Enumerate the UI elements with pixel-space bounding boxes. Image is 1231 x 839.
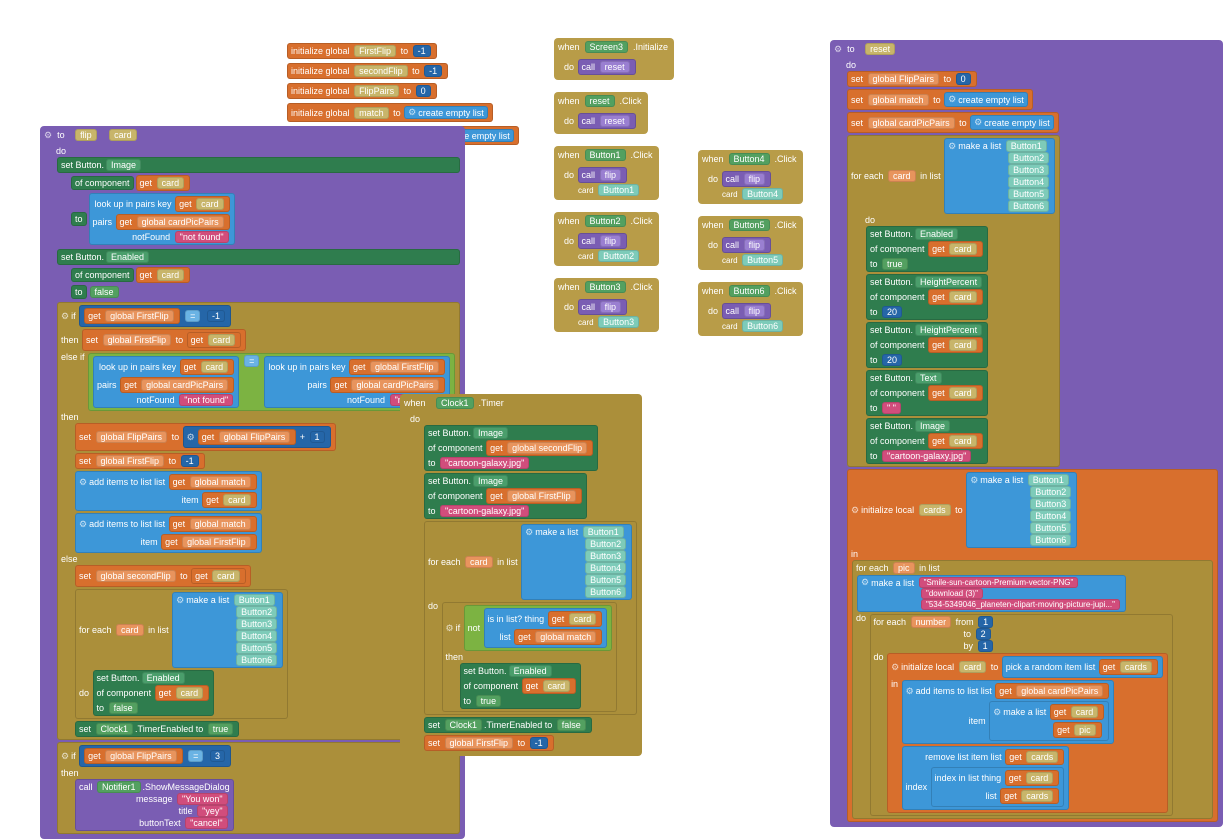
- val-neg1: -1: [413, 45, 431, 57]
- init-global-flippairs[interactable]: initialize global FlipPairs to 0: [287, 83, 437, 99]
- call-reset[interactable]: call reset: [578, 59, 636, 75]
- when-button4-click[interactable]: whenButton4.Click do call flip card Butt…: [698, 150, 803, 204]
- when-reset-click[interactable]: when reset .Click do call reset: [554, 92, 648, 134]
- when-clock1-timer[interactable]: when Clock1.Timer do set Button.Image of…: [400, 394, 642, 756]
- var-firstflip: FirstFlip: [354, 45, 396, 57]
- init-global-secondflip[interactable]: initialize global secondFlip to -1: [287, 63, 448, 79]
- when-button6-click[interactable]: whenButton6.Click do call flip card Butt…: [698, 282, 803, 336]
- when-button3-click[interactable]: whenButton3.Click do call flip card Butt…: [554, 278, 659, 332]
- when-button1-click[interactable]: when Button1 .Click do call flip card Bu…: [554, 146, 659, 200]
- init-global-match[interactable]: initialize global match to create empty …: [287, 103, 493, 122]
- init-global-firstflip[interactable]: initialize global FirstFlip to -1: [287, 43, 437, 59]
- when-button2-click[interactable]: whenButton2.Click do call flip card Butt…: [554, 212, 659, 266]
- set-button-image[interactable]: set Button.Image: [57, 157, 460, 173]
- when-screen3-initialize[interactable]: when Screen3 .Initialize do call reset: [554, 38, 674, 80]
- proc-reset[interactable]: to reset do set global FlipPairs to 0 se…: [830, 40, 1223, 827]
- kw-init-global: initialize global: [291, 46, 350, 56]
- when-button5-click[interactable]: whenButton5.Click do call flip card Butt…: [698, 216, 803, 270]
